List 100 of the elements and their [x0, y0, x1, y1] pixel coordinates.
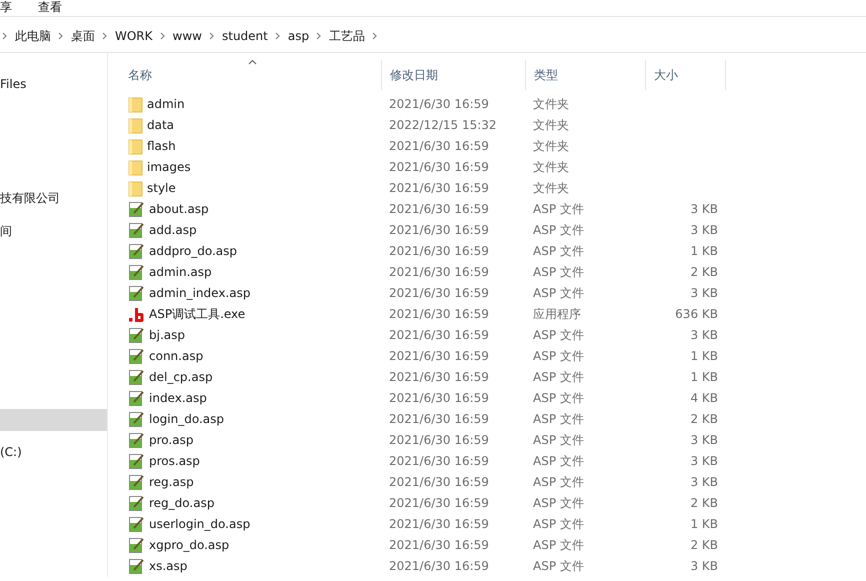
file-name[interactable]: addpro_do.asp — [149, 241, 238, 262]
file-name[interactable]: style — [147, 178, 176, 199]
file-size: 3 KB — [690, 433, 718, 447]
date-modified: 2021/6/30 16:59 — [388, 474, 490, 491]
document-icon — [128, 411, 145, 428]
file-type: ASP 文件 — [532, 243, 585, 260]
date-modified: 2021/6/30 16:59 — [388, 348, 490, 365]
file-type: ASP 文件 — [532, 537, 585, 554]
file-type: ASP 文件 — [532, 411, 585, 428]
file-name[interactable]: data — [147, 115, 174, 136]
file-name[interactable]: index.asp — [149, 388, 207, 409]
nav-item[interactable]: 间 — [0, 220, 107, 242]
file-name[interactable]: pro.asp — [149, 430, 194, 451]
date-modified: 2021/6/30 16:59 — [388, 96, 490, 113]
file-size: 3 KB — [690, 454, 718, 468]
date-modified: 2021/6/30 16:59 — [388, 327, 490, 344]
date-modified: 2022/12/15 15:32 — [388, 117, 498, 134]
date-modified: 2021/6/30 16:59 — [388, 432, 490, 449]
chevron-right-icon[interactable] — [58, 32, 64, 40]
document-icon — [128, 327, 145, 344]
nav-item[interactable]: 技有限公司 — [0, 187, 107, 209]
file-name[interactable]: userlogin_do.asp — [149, 514, 250, 535]
file-name[interactable]: ASP调试工具.exe — [149, 304, 246, 325]
file-type: ASP 文件 — [532, 201, 585, 218]
file-name[interactable]: login_do.asp — [149, 409, 224, 430]
chevron-right-icon[interactable] — [316, 32, 322, 40]
sort-ascending-icon[interactable] — [248, 59, 257, 65]
file-type: ASP 文件 — [532, 285, 585, 302]
chevron-right-icon[interactable] — [160, 32, 166, 40]
file-size: 2 KB — [690, 412, 718, 426]
column-header[interactable]: 类型 — [526, 60, 646, 90]
date-modified: 2021/6/30 16:59 — [388, 495, 490, 512]
file-size: 3 KB — [690, 286, 718, 300]
document-icon — [128, 369, 145, 386]
chevron-right-icon[interactable] — [274, 32, 281, 40]
date-modified: 2021/6/30 16:59 — [388, 201, 490, 218]
breadcrumb-item[interactable]: 工艺品 — [329, 26, 366, 44]
file-name[interactable]: about.asp — [149, 199, 209, 220]
file-type: ASP 文件 — [532, 558, 585, 575]
breadcrumb-item[interactable]: asp — [288, 26, 310, 44]
file-type: ASP 文件 — [532, 327, 585, 344]
file-name[interactable]: xgpro_do.asp — [149, 535, 230, 556]
file-name[interactable]: reg.asp — [149, 472, 194, 493]
date-modified: 2021/6/30 16:59 — [388, 159, 490, 176]
file-name[interactable]: xs.asp — [149, 556, 188, 577]
breadcrumb-item[interactable]: www — [172, 26, 202, 44]
breadcrumb-item[interactable]: 此电脑 — [15, 26, 51, 44]
file-name[interactable]: bj.asp — [149, 325, 185, 346]
date-modified: 2021/6/30 16:59 — [388, 285, 490, 302]
file-size: 1 KB — [690, 349, 718, 363]
file-size: 3 KB — [690, 559, 718, 573]
file-type: 应用程序 — [532, 306, 582, 323]
nav-item[interactable]: Files — [0, 73, 107, 95]
document-icon — [128, 453, 145, 470]
document-icon — [128, 264, 145, 281]
document-icon — [128, 495, 145, 512]
date-modified: 2021/6/30 16:59 — [388, 243, 490, 260]
file-name[interactable]: add.asp — [149, 220, 197, 241]
column-header[interactable]: 大小 — [646, 60, 726, 90]
chevron-right-icon[interactable] — [102, 32, 108, 40]
file-name[interactable]: reg_do.asp — [149, 493, 214, 514]
folder-icon — [128, 160, 143, 176]
file-name[interactable]: admin_index.asp — [149, 283, 250, 304]
document-icon — [128, 537, 145, 554]
file-name[interactable]: images — [147, 157, 191, 178]
folder-icon — [128, 138, 143, 154]
file-size: 636 KB — [675, 307, 718, 321]
file-size: 2 KB — [690, 496, 718, 510]
chevron-right-icon[interactable] — [208, 32, 215, 40]
file-type: 文件夹 — [532, 96, 570, 113]
file-name[interactable]: admin — [147, 94, 185, 115]
file-size: 1 KB — [690, 370, 718, 384]
date-modified: 2021/6/30 16:59 — [388, 516, 490, 533]
date-modified: 2021/6/30 16:59 — [388, 558, 490, 575]
date-modified: 2021/6/30 16:59 — [388, 453, 490, 470]
breadcrumb-item[interactable]: 桌面 — [71, 26, 95, 44]
chevron-right-icon[interactable] — [2, 32, 8, 40]
folder-icon — [128, 96, 143, 112]
file-name[interactable]: conn.asp — [149, 346, 204, 367]
date-modified: 2021/6/30 16:59 — [388, 306, 490, 323]
breadcrumb-item[interactable]: student — [222, 26, 268, 44]
file-type: ASP 文件 — [532, 474, 585, 491]
column-header[interactable]: 名称 — [120, 60, 382, 90]
file-type: 文件夹 — [532, 159, 570, 176]
file-name[interactable]: admin.asp — [149, 262, 212, 283]
file-name[interactable]: pros.asp — [149, 451, 200, 472]
ribbon-tab[interactable]: 查看 — [38, 0, 62, 16]
file-name[interactable]: del_cp.asp — [149, 367, 213, 388]
nav-item[interactable]: (C:) — [0, 441, 107, 463]
file-type: ASP 文件 — [532, 390, 585, 407]
breadcrumb-item[interactable]: WORK — [115, 26, 153, 44]
file-type: ASP 文件 — [532, 264, 585, 281]
file-name[interactable]: flash — [147, 136, 176, 157]
column-header[interactable]: 修改日期 — [382, 60, 526, 90]
file-type: ASP 文件 — [532, 516, 585, 533]
file-type: ASP 文件 — [532, 369, 585, 386]
chevron-right-icon[interactable] — [372, 32, 378, 40]
document-icon — [128, 201, 145, 218]
date-modified: 2021/6/30 16:59 — [388, 138, 490, 155]
ribbon-tab[interactable]: 享 — [0, 0, 12, 16]
